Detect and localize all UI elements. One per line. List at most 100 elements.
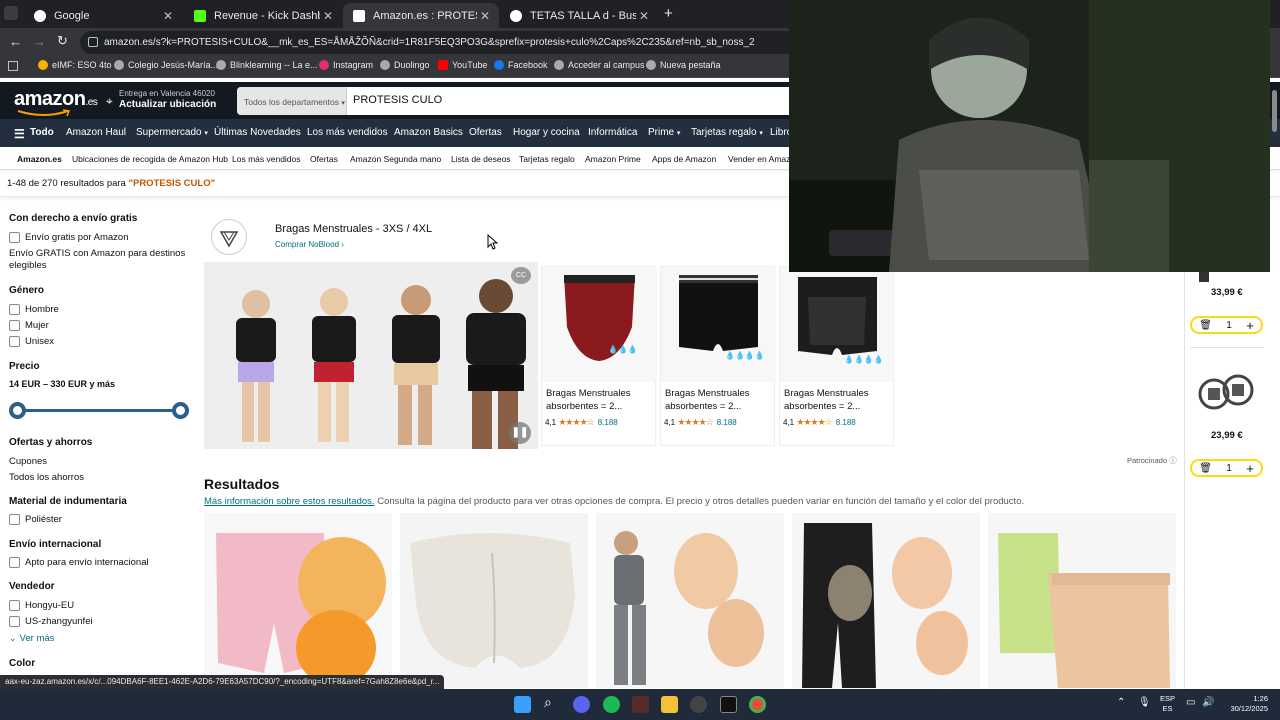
network-icon[interactable]: ▭: [1186, 697, 1195, 708]
cart-item-image[interactable]: [1199, 272, 1209, 282]
tab-google-search[interactable]: TETAS TALLA d - Buscar con Go ✕: [500, 3, 658, 28]
checkbox[interactable]: [9, 320, 20, 331]
nav-ofertas[interactable]: Ofertas: [469, 127, 502, 138]
bookmark-item[interactable]: Instagram: [319, 60, 373, 70]
tab-search-icon[interactable]: [4, 6, 18, 20]
cart-item-image[interactable]: [1196, 356, 1258, 424]
checkbox[interactable]: [9, 514, 20, 525]
filter-option[interactable]: Unisex: [9, 336, 54, 347]
subnav-item[interactable]: Amazon.es: [17, 154, 62, 164]
checkbox[interactable]: [9, 616, 20, 627]
bookmark-item[interactable]: Nueva pestaña: [646, 60, 721, 70]
tab-google[interactable]: Google ✕: [24, 3, 182, 28]
bookmark-item[interactable]: YouTube: [438, 60, 487, 70]
filter-option[interactable]: Mujer: [9, 320, 49, 331]
discord-icon[interactable]: [573, 696, 590, 713]
trash-icon[interactable]: 🗑: [1199, 320, 1212, 331]
close-icon[interactable]: ✕: [320, 9, 336, 23]
price-slider-max-handle[interactable]: [172, 402, 189, 419]
trash-icon[interactable]: 🗑: [1199, 463, 1212, 474]
volume-icon[interactable]: 🔊: [1202, 697, 1214, 708]
filter-option[interactable]: Poliéster: [9, 514, 62, 525]
new-tab-button[interactable]: +: [664, 5, 673, 22]
checkbox[interactable]: [9, 600, 20, 611]
nav-prime[interactable]: Prime ▾: [648, 127, 680, 138]
product-rating[interactable]: 4,1 ★★★★☆ 8.188: [545, 417, 618, 428]
nav-amazon-haul[interactable]: Amazon Haul: [66, 127, 126, 138]
address-bar[interactable]: amazon.es/s?k=PROTESIS+CULO&__mk_es_ES=Å…: [80, 31, 840, 54]
sponsored-brand-title[interactable]: Bragas Menstruales - 3XS / 4XL: [275, 223, 432, 235]
sponsored-product-card[interactable]: 💧💧💧 Bragas Menstruales absorbentes = 2..…: [541, 266, 657, 446]
filter-option[interactable]: Envío gratis por Amazon: [9, 232, 129, 243]
close-icon[interactable]: ✕: [636, 9, 652, 23]
sponsored-product-card[interactable]: 💧💧💧💧 Bragas Menstruales absorbentes = 2.…: [779, 266, 895, 446]
result-product-image[interactable]: [792, 513, 980, 688]
subnav-item[interactable]: Tarjetas regalo: [519, 154, 575, 164]
amazon-logo[interactable]: amazon.es: [14, 88, 98, 111]
nav-amazon-basics[interactable]: Amazon Basics: [394, 127, 463, 138]
sponsored-brand-link[interactable]: Comprar NoBlood ›: [275, 240, 344, 249]
see-more-link[interactable]: ⌄ Ver más: [9, 633, 54, 644]
nav-hogar-cocina[interactable]: Hogar y cocina: [513, 127, 580, 138]
filter-link[interactable]: Cupones: [9, 456, 47, 467]
windows-start-icon[interactable]: [514, 696, 531, 713]
subnav-item[interactable]: Amazon Prime: [585, 154, 641, 164]
product-rating[interactable]: 4,1 ★★★★☆ 8.188: [783, 417, 856, 428]
spotify-icon[interactable]: [603, 696, 620, 713]
chevron-up-icon[interactable]: ⌃: [1117, 697, 1125, 708]
file-explorer-icon[interactable]: [661, 696, 678, 713]
search-icon[interactable]: ⌕: [544, 694, 561, 711]
product-name[interactable]: Bragas Menstruales absorbentes = 2...: [784, 387, 892, 413]
subnav-item[interactable]: Amazon Segunda mano: [350, 154, 441, 164]
plus-icon[interactable]: +: [1246, 318, 1254, 333]
kick-app-icon[interactable]: [632, 696, 649, 713]
nav-informatica[interactable]: Informática: [588, 127, 637, 138]
nav-mas-vendidos[interactable]: Los más vendidos: [307, 127, 388, 138]
plus-icon[interactable]: +: [1246, 461, 1254, 476]
quantity-stepper[interactable]: 🗑 1 +: [1190, 316, 1263, 334]
obs-icon[interactable]: [720, 696, 737, 713]
result-product-image[interactable]: [204, 513, 392, 688]
product-image[interactable]: 💧💧💧💧: [661, 267, 776, 382]
close-icon[interactable]: ✕: [477, 9, 493, 23]
bookmark-item[interactable]: Facebook: [494, 60, 548, 70]
nav-all[interactable]: Todo: [30, 127, 54, 138]
clock[interactable]: 1:26 30/12/2025: [1222, 694, 1268, 714]
subnav-item[interactable]: Lista de deseos: [451, 154, 511, 164]
forward-arrow-icon[interactable]: →: [33, 34, 46, 49]
checkbox[interactable]: [9, 336, 20, 347]
checkbox[interactable]: [9, 304, 20, 315]
chrome-icon[interactable]: [749, 696, 766, 713]
deliver-line2[interactable]: Actualizar ubicación: [119, 99, 216, 110]
result-product-image[interactable]: [988, 513, 1176, 688]
pause-icon[interactable]: ❚❚: [509, 422, 531, 444]
captions-icon[interactable]: CC: [511, 267, 531, 284]
scrollbar-thumb[interactable]: [1272, 90, 1277, 132]
product-name[interactable]: Bragas Menstruales absorbentes = 2...: [546, 387, 654, 413]
bookmark-item[interactable]: Duolingo: [380, 60, 430, 70]
apps-grid-icon[interactable]: [8, 61, 18, 71]
search-input[interactable]: PROTESIS CULO: [353, 94, 442, 106]
subnav-item[interactable]: Los más vendidos: [232, 154, 301, 164]
product-name[interactable]: Bragas Menstruales absorbentes = 2...: [665, 387, 773, 413]
tab-amazon[interactable]: Amazon.es : PROTESIS CULO ✕: [343, 3, 499, 28]
bookmark-item[interactable]: Acceder al campus: [554, 60, 645, 70]
search-department-select[interactable]: Todos los departamentos ▾: [237, 87, 347, 115]
nav-novedades[interactable]: Últimas Novedades: [214, 127, 301, 138]
price-slider-min-handle[interactable]: [9, 402, 26, 419]
sponsored-video[interactable]: CC ❚❚: [204, 262, 538, 449]
deliver-line1[interactable]: Entrega en Valencia 46020: [119, 89, 215, 98]
site-info-icon[interactable]: [88, 37, 98, 47]
checkbox[interactable]: [9, 232, 20, 243]
product-image[interactable]: 💧💧💧: [542, 267, 657, 382]
checkbox[interactable]: [9, 557, 20, 568]
nav-tarjetas-regalo[interactable]: Tarjetas regalo ▾: [691, 127, 763, 138]
subnav-item[interactable]: Apps de Amazon: [652, 154, 716, 164]
hamburger-menu-icon[interactable]: ☰: [14, 127, 25, 141]
filter-option[interactable]: Apto para envío internacional: [9, 557, 149, 568]
subnav-item[interactable]: Vender en Amazo: [728, 154, 795, 164]
language-indicator[interactable]: ESP ES: [1160, 694, 1175, 714]
sponsored-product-card[interactable]: 💧💧💧💧 Bragas Menstruales absorbentes = 2.…: [660, 266, 776, 446]
reload-icon[interactable]: ↻: [57, 33, 68, 49]
filter-option[interactable]: Hombre: [9, 304, 59, 315]
